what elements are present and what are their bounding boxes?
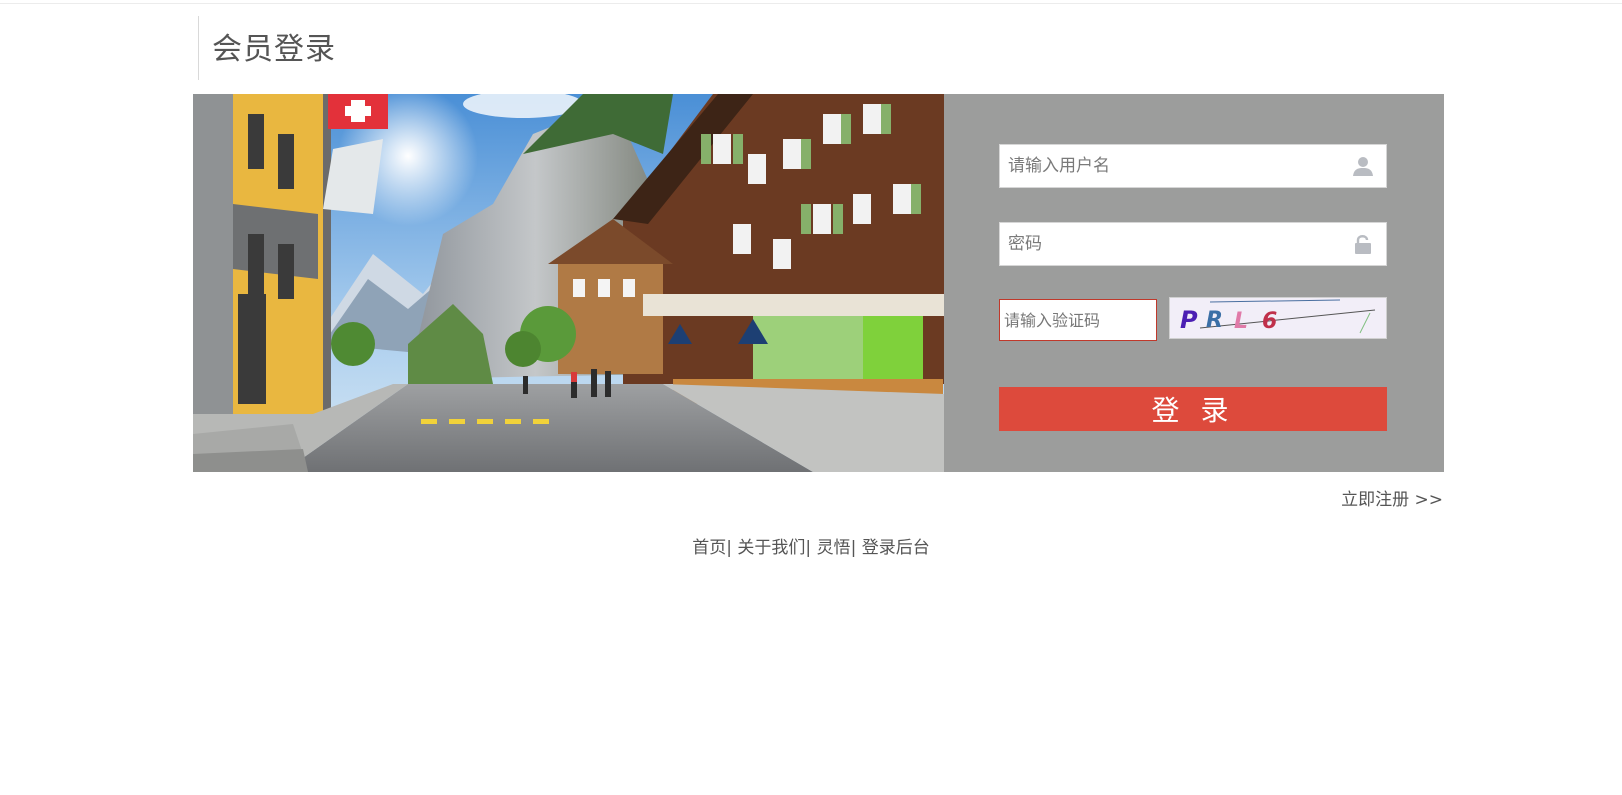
page-title-block: 会员登录	[198, 16, 336, 80]
captcha-image[interactable]: P R L 6	[1169, 297, 1387, 339]
captcha-char: L	[1234, 309, 1248, 334]
footer-link-lingwu[interactable]: 灵悟	[817, 538, 851, 558]
captcha-char: 6	[1262, 309, 1277, 334]
password-field[interactable]	[999, 222, 1387, 266]
captcha-char: R	[1206, 308, 1223, 333]
page-title: 会员登录	[212, 32, 336, 67]
captcha-char: P	[1180, 306, 1198, 334]
footer-separator: |	[805, 538, 812, 558]
captcha-field[interactable]	[999, 299, 1157, 341]
user-icon	[1352, 155, 1374, 177]
footer-link-about[interactable]: 关于我们	[737, 538, 805, 558]
footer-separator: |	[850, 538, 857, 558]
footer-nav: 首页| 关于我们| 灵悟| 登录后台	[0, 533, 1622, 558]
footer-separator: |	[726, 538, 733, 558]
top-divider	[0, 3, 1622, 4]
footer-link-home[interactable]: 首页	[692, 538, 726, 558]
login-button[interactable]: 登 录	[999, 387, 1387, 431]
username-input[interactable]	[1000, 145, 1338, 187]
banner-image	[193, 94, 944, 472]
lock-icon	[1352, 233, 1374, 255]
footer-link-admin-login[interactable]: 登录后台	[862, 538, 930, 558]
password-input[interactable]	[1000, 223, 1338, 265]
login-panel: P R L 6 登 录	[944, 94, 1444, 472]
register-link[interactable]: 立即注册 >>	[1341, 485, 1443, 510]
username-field[interactable]	[999, 144, 1387, 188]
captcha-input[interactable]	[1000, 300, 1154, 340]
